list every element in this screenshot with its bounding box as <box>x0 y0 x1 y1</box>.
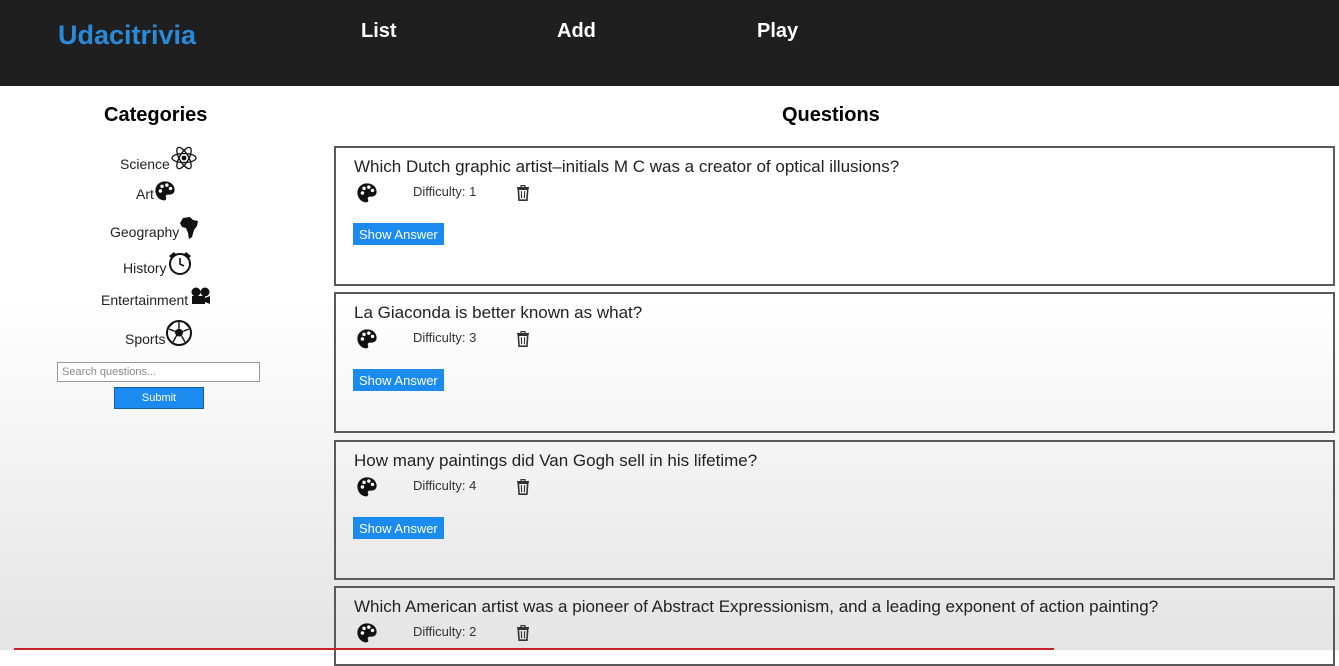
categories-title: Categories <box>104 104 208 126</box>
question-card: La Giaconda is better known as what? Dif… <box>334 292 1335 433</box>
category-label: Art <box>136 186 154 202</box>
film-camera-icon <box>188 286 212 308</box>
atom-icon <box>170 144 198 172</box>
question-card: Which American artist was a pioneer of A… <box>334 586 1335 666</box>
top-nav-bar: Udacitrivia List Add Play <box>0 0 1339 86</box>
category-science[interactable]: Science <box>120 144 198 172</box>
alarm-clock-icon <box>167 250 193 276</box>
category-geography[interactable]: Geography <box>110 216 201 240</box>
nav-list-link[interactable]: List <box>361 20 397 43</box>
category-label: Sports <box>125 331 166 347</box>
trash-icon[interactable] <box>516 185 530 206</box>
trash-icon[interactable] <box>516 625 530 646</box>
category-label: History <box>123 260 167 276</box>
category-label: Entertainment <box>101 292 189 308</box>
category-history[interactable]: History <box>123 250 193 276</box>
show-answer-button[interactable]: Show Answer <box>353 369 444 391</box>
palette-icon <box>356 328 378 355</box>
difficulty-label: Difficulty: 2 <box>413 624 477 639</box>
palette-icon <box>356 622 378 649</box>
question-card: Which Dutch graphic artist–initials M C … <box>334 146 1335 286</box>
difficulty-label: Difficulty: 3 <box>413 330 477 345</box>
show-answer-button[interactable]: Show Answer <box>353 517 444 539</box>
trash-icon[interactable] <box>516 479 530 500</box>
palette-icon <box>356 476 378 503</box>
trash-icon[interactable] <box>516 331 530 352</box>
palette-icon <box>356 182 378 209</box>
question-text: How many paintings did Van Gogh sell in … <box>354 451 758 470</box>
category-label: Geography <box>110 224 180 240</box>
question-text: La Giaconda is better known as what? <box>354 303 643 322</box>
question-text: Which American artist was a pioneer of A… <box>354 597 1159 616</box>
category-entertainment[interactable]: Entertainment <box>101 286 212 308</box>
question-text: Which Dutch graphic artist–initials M C … <box>354 157 900 176</box>
question-card: How many paintings did Van Gogh sell in … <box>334 440 1335 580</box>
soccer-ball-icon <box>165 319 193 347</box>
submit-button[interactable]: Submit <box>114 387 204 409</box>
nav-add-link[interactable]: Add <box>557 20 596 43</box>
search-input[interactable] <box>57 362 260 382</box>
palette-icon <box>154 180 176 202</box>
category-sports[interactable]: Sports <box>125 319 193 347</box>
category-label: Science <box>120 156 170 172</box>
africa-icon <box>179 216 201 240</box>
nav-play-link[interactable]: Play <box>757 20 798 43</box>
show-answer-button[interactable]: Show Answer <box>353 223 444 245</box>
questions-title: Questions <box>782 104 880 126</box>
brand-logo[interactable]: Udacitrivia <box>58 20 196 51</box>
difficulty-label: Difficulty: 4 <box>413 478 477 493</box>
category-art[interactable]: Art <box>136 180 176 202</box>
difficulty-label: Difficulty: 1 <box>413 184 477 199</box>
